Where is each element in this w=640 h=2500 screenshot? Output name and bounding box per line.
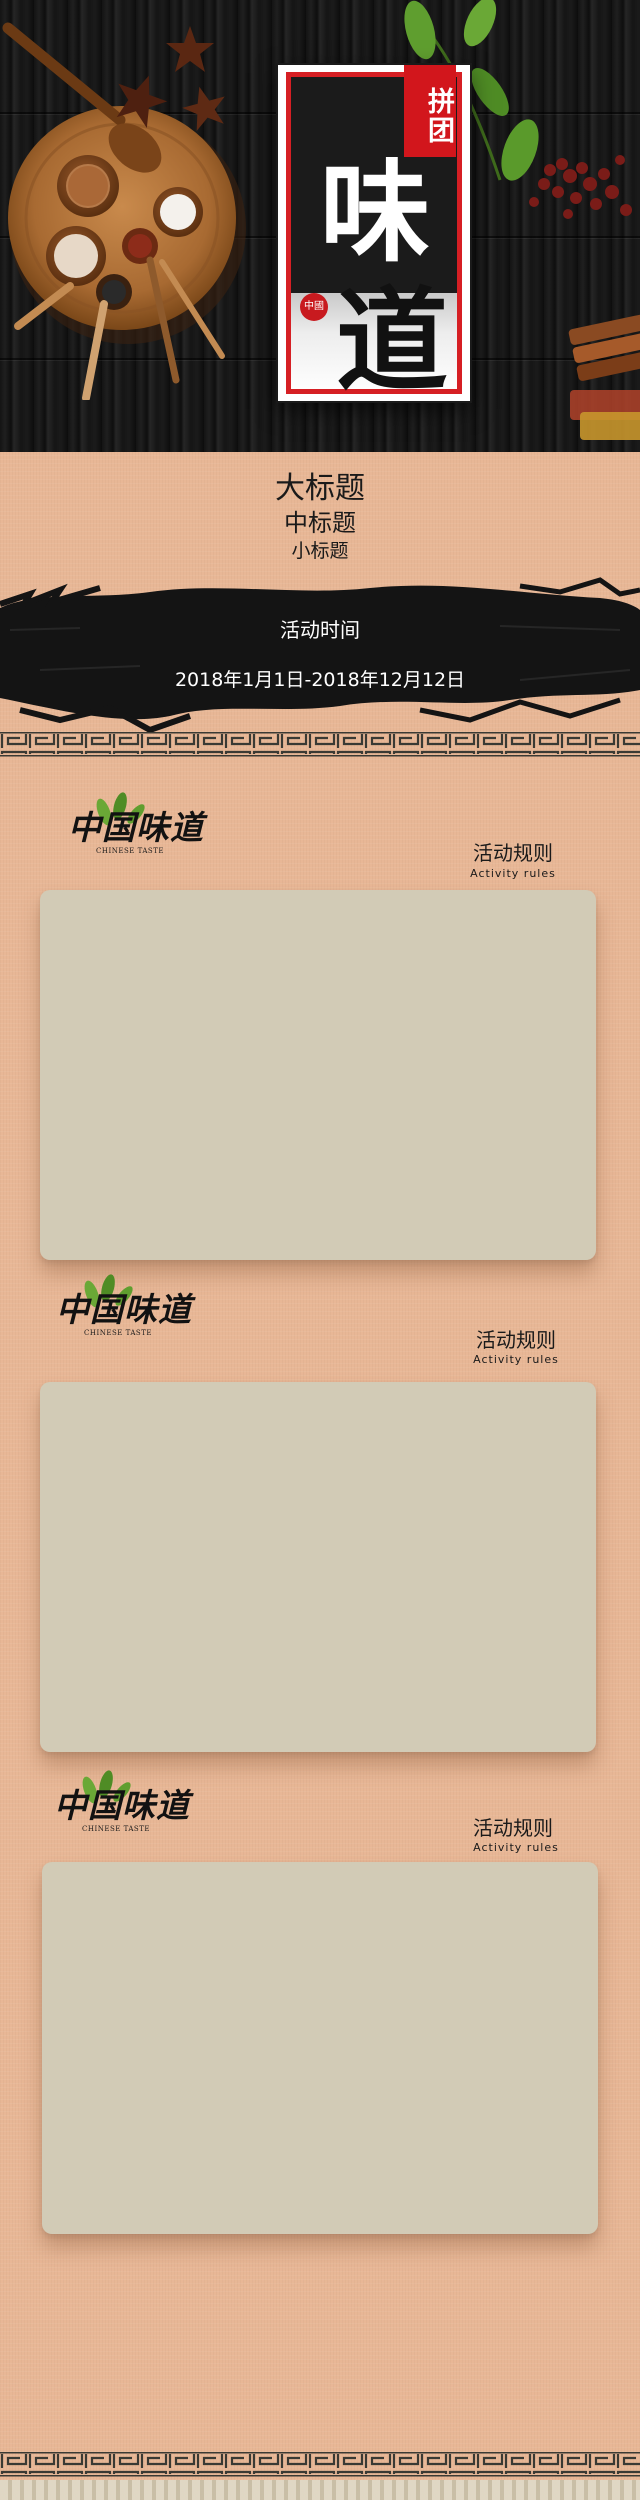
logo-subtext: CHINESE TASTE (84, 1329, 153, 1337)
activity-rules-subtitle: Activity rules (473, 1841, 559, 1854)
activity-rules-title: 活动规则 (473, 1816, 553, 1840)
big-title: 大标题 (275, 471, 365, 506)
ink-brush-stroke (0, 577, 640, 734)
china-taste-logo: 中国味道 CHINESE TASTE (54, 1768, 254, 1838)
red-seal-stamp: 中國 (300, 293, 328, 321)
spice-plate-illustration (2, 22, 246, 400)
rules-content-card (42, 1862, 598, 2234)
logo-subtext: CHINESE TASTE (96, 847, 165, 855)
logo-text: 中国味道 (54, 1786, 190, 1825)
logo-subtext: CHINESE TASTE (82, 1825, 151, 1833)
logo-text: 中国味道 (56, 1290, 192, 1329)
hero-poster: 味 道 拼团 中國 (278, 65, 470, 407)
title-block: 大标题 中标题 小标题 (0, 470, 640, 564)
star-anise-icon (166, 26, 214, 72)
activity-rules-subtitle: Activity rules (470, 867, 556, 880)
activity-rules-title: 活动规则 (476, 1328, 556, 1352)
group-buy-badge: 拼团 (404, 65, 456, 157)
cinnamon-stick-icon (568, 312, 640, 440)
activity-rules-subtitle: Activity rules (473, 1353, 559, 1366)
mid-title: 中标题 (284, 509, 356, 537)
china-taste-logo: 中国味道 CHINESE TASTE (68, 790, 268, 860)
hero-banner: 味 道 拼团 中國 (0, 0, 640, 452)
activity-rules-title: 活动规则 (473, 841, 553, 865)
fret-border-bottom (0, 2452, 640, 2477)
peppercorn-icon (529, 155, 632, 219)
small-title: 小标题 (291, 540, 349, 562)
activity-date-range: 2018年1月1日-2018年12月12日 (174, 669, 466, 691)
rules-content-card (40, 1382, 596, 1752)
basil-leaf-icon (404, 0, 436, 60)
star-anise-icon (182, 86, 225, 131)
rules-content-card (40, 890, 596, 1260)
poster-char-wei: 味 (320, 148, 430, 277)
ink-brush-banner: 活动时间 2018年1月1日-2018年12月12日 (0, 570, 640, 740)
basil-leaf-icon (463, 0, 497, 47)
activity-time-label: 活动时间 (280, 618, 360, 642)
poster-char-dao: 道 (336, 276, 448, 407)
fret-border (0, 732, 640, 757)
wooden-spoon-icon (2, 22, 126, 126)
spice-pile-illustration (529, 155, 640, 440)
basil-leaf-icon (471, 68, 509, 116)
china-taste-logo: 中国味道 CHINESE TASTE (56, 1272, 256, 1342)
logo-text: 中国味道 (68, 808, 204, 847)
bottom-trim (0, 2480, 640, 2500)
